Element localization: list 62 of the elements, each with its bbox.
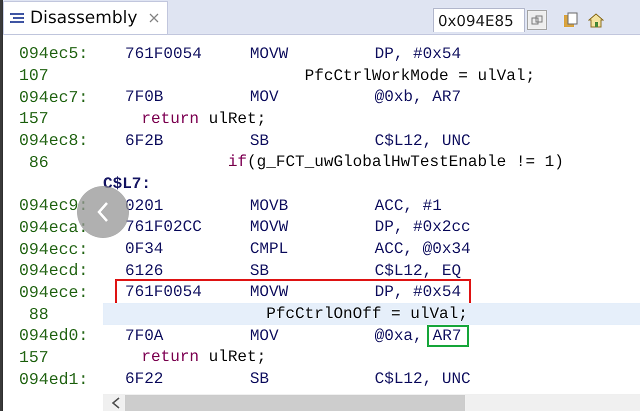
address: 094eca: <box>18 218 90 237</box>
horizontal-scrollbar[interactable] <box>103 394 640 411</box>
source-line: return ulRet; <box>140 110 266 128</box>
address: 094ece: <box>18 282 90 302</box>
operands: C$L12, UNC <box>374 132 471 150</box>
address: 094ec5: <box>18 44 90 64</box>
source-line: PfcCtrlWorkMode = ulVal; <box>304 66 536 85</box>
code-label: C$L7: <box>103 174 152 193</box>
chevron-left-icon <box>96 201 110 223</box>
line-number: 157 <box>18 348 50 367</box>
close-icon[interactable] <box>149 13 160 23</box>
operands: DP, #0x54 <box>374 44 462 63</box>
line-number: 88 <box>28 304 50 324</box>
opcode: 7F0B <box>125 88 164 106</box>
operands: @0xa, <box>374 326 423 345</box>
opcode: 761F02CC <box>125 218 203 236</box>
operands: C$L12, EQ <box>374 262 462 280</box>
address-field[interactable]: 0x094E85 <box>433 8 525 32</box>
opcode: 6126 <box>125 262 164 280</box>
opcode: 0F34 <box>125 240 164 258</box>
opcode: 6F22 <box>125 370 164 388</box>
opcode: 0201 <box>125 196 164 215</box>
disassembly-tab[interactable]: Disassembly <box>3 1 168 34</box>
address: 094ec7: <box>18 88 90 107</box>
opcode: 7F0A <box>125 326 164 345</box>
operand: AR7 <box>426 324 470 347</box>
line-number: 86 <box>28 152 50 172</box>
mnemonic: MOVW <box>250 283 290 302</box>
operands: @0xb, AR7 <box>374 88 462 106</box>
scrollbar-thumb[interactable] <box>125 395 465 411</box>
operands: ACC, @0x34 <box>374 240 471 258</box>
scroll-left-icon[interactable] <box>111 397 121 409</box>
mnemonic: MOVW <box>250 44 290 63</box>
operands: DP, #0x54 <box>374 283 462 302</box>
source-line: return ulRet; <box>140 348 266 366</box>
operands: C$L12, UNC <box>374 370 471 388</box>
address: 094ecc: <box>18 240 90 259</box>
mnemonic: MOVW <box>250 218 290 236</box>
source-line: if(g_FCT_uwGlobalHwTestEnable != 1) <box>226 153 564 172</box>
address: 094ed1: <box>18 370 90 389</box>
mnemonic: SB <box>250 370 270 388</box>
address: 094ecd: <box>18 261 90 280</box>
paste-icon[interactable] <box>561 11 579 29</box>
opcode: 761F0054 <box>125 44 203 63</box>
address: 094ed0: <box>18 326 90 346</box>
mnemonic: MOVB <box>250 196 290 215</box>
list-icon <box>10 12 24 24</box>
mnemonic: CMPL <box>250 240 290 258</box>
mnemonic: MOV <box>250 88 280 106</box>
home-icon[interactable] <box>587 11 605 29</box>
mnemonic: SB <box>250 132 270 150</box>
address: 094ec9: <box>18 196 90 216</box>
line-number: 107 <box>18 66 50 86</box>
opcode: 6F2B <box>125 132 164 150</box>
opcode: 761F0054 <box>125 283 203 302</box>
line-number: 157 <box>18 109 50 128</box>
mnemonic: SB <box>250 262 270 280</box>
address: 094ec8: <box>18 131 90 150</box>
operands: ACC, #1 <box>374 196 442 215</box>
operands: DP, #0x2cc <box>374 218 471 236</box>
mnemonic: MOV <box>250 326 280 345</box>
source-line: PfcCtrlOnOff = ulVal; <box>265 305 468 324</box>
